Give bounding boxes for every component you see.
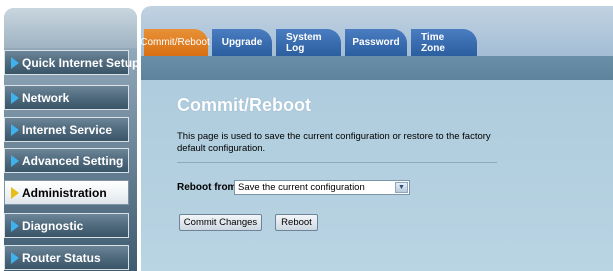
sidebar-item-administration[interactable]: Administration [4, 180, 129, 205]
tab-bar: Commit/Reboot Upgrade System Log Passwor… [140, 29, 481, 56]
divider [177, 162, 497, 163]
tab-password[interactable]: Password [345, 29, 407, 56]
reboot-from-label: Reboot from: [177, 182, 240, 193]
sidebar-item-label: Network [22, 90, 70, 105]
sidebar-item-advanced-setting[interactable]: Advanced Setting [4, 148, 129, 173]
arrow-right-icon [11, 219, 19, 232]
tab-system-log[interactable]: System Log [276, 29, 341, 56]
arrow-right-icon [11, 186, 19, 199]
sidebar-item-label: Router Status [22, 250, 101, 265]
sidebar-item-network[interactable]: Network [4, 85, 129, 110]
arrow-right-icon [11, 91, 19, 104]
sidebar-header [4, 8, 137, 48]
tab-time-zone[interactable]: Time Zone [411, 29, 477, 56]
page-description: This page is used to save the current co… [177, 131, 491, 154]
arrow-right-icon [11, 154, 19, 167]
reboot-button[interactable]: Reboot [275, 214, 318, 231]
chevron-down-icon[interactable]: ▼ [395, 182, 408, 193]
sidebar-item-quick-internet-setup[interactable]: Quick Internet Setup [4, 50, 139, 75]
sidebar-item-label: Quick Internet Setup [22, 55, 140, 70]
arrow-right-icon [11, 251, 19, 264]
sidebar-item-label: Advanced Setting [22, 153, 124, 168]
tab-upgrade[interactable]: Upgrade [212, 29, 272, 56]
arrow-right-icon [11, 123, 19, 136]
sidebar-item-label: Administration [22, 185, 107, 200]
sidebar-item-label: Diagnostic [22, 218, 84, 233]
reboot-from-value: Save the current configuration [238, 182, 365, 193]
tab-commit-reboot[interactable]: Commit/Reboot [140, 29, 210, 56]
reboot-from-select[interactable]: Save the current configuration ▼ [234, 180, 410, 195]
page-title: Commit/Reboot [177, 95, 311, 115]
sidebar-item-diagnostic[interactable]: Diagnostic [4, 213, 129, 238]
sidebar-item-internet-service[interactable]: Internet Service [4, 117, 129, 142]
content-band [141, 56, 613, 80]
sidebar-item-router-status[interactable]: Router Status [4, 245, 129, 270]
arrow-right-icon [11, 56, 19, 69]
commit-changes-button[interactable]: Commit Changes [179, 214, 262, 231]
sidebar-item-label: Internet Service [22, 122, 113, 137]
